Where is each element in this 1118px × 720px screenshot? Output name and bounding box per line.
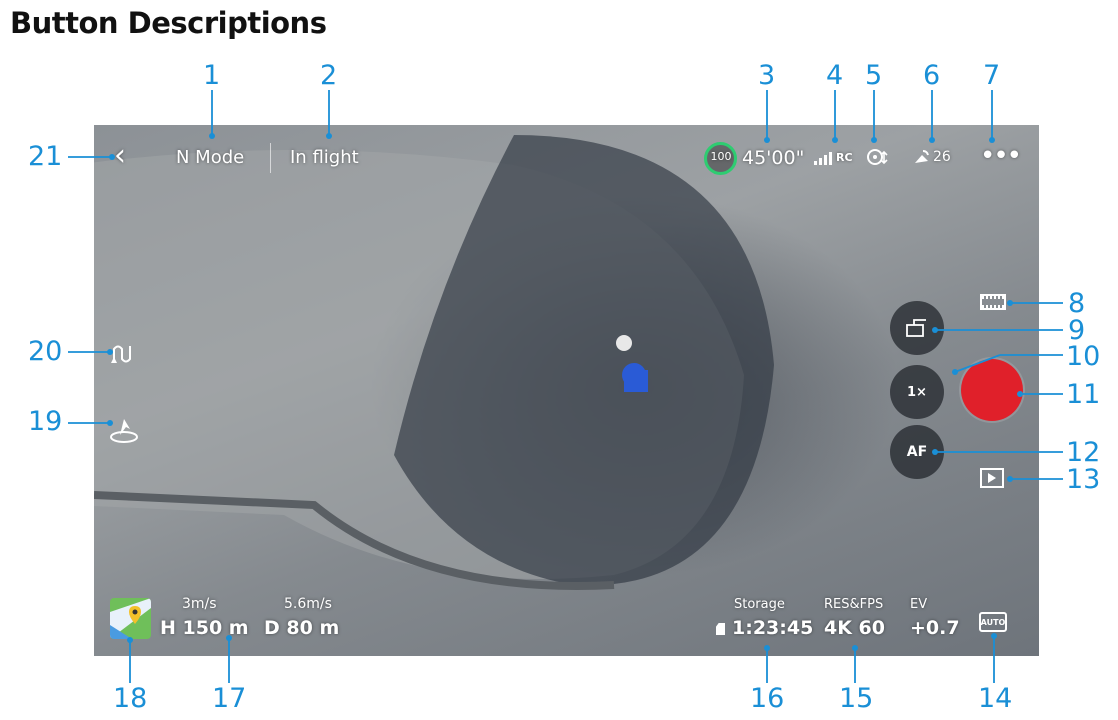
flight-mode-label[interactable]: N Mode	[176, 147, 244, 168]
distance-readout: D 80 m	[264, 617, 340, 639]
rc-label: RC	[836, 151, 853, 164]
callout-number: 6	[923, 60, 941, 91]
callout-number: 21	[28, 141, 63, 172]
callout-number: 19	[28, 406, 63, 437]
playback-icon[interactable]	[980, 468, 1004, 488]
top-bar-divider	[270, 143, 271, 173]
back-icon[interactable]: ‹	[114, 141, 126, 171]
callout-number: 15	[839, 683, 874, 714]
callout-number: 20	[28, 336, 63, 367]
resfps-label: RES&FPS	[824, 597, 884, 612]
focus-label: AF	[906, 444, 928, 460]
callout-number: 18	[113, 683, 148, 714]
map-icon	[110, 598, 151, 639]
video-mode-icon[interactable]	[980, 294, 1006, 310]
gps-count: 26	[933, 149, 951, 165]
flight-time: 45'00"	[742, 147, 805, 169]
callout-number: 1	[203, 60, 221, 91]
storage-value[interactable]: 1:23:45	[732, 617, 813, 639]
callout-number: 2	[320, 60, 338, 91]
camera-view: ‹ N Mode In flight 100 45'00" RC 26 ••• …	[94, 125, 1039, 656]
callout-number: 16	[750, 683, 785, 714]
horizontal-speed: 5.6m/s	[284, 596, 332, 612]
gps-icon[interactable]	[912, 147, 932, 167]
callout-number: 10	[1066, 341, 1101, 372]
callout-number: 17	[212, 683, 247, 714]
zoom-label: 1×	[907, 384, 927, 400]
resfps-value[interactable]: 4K 60	[824, 617, 885, 639]
ev-value[interactable]: +0.7	[910, 617, 960, 639]
storage-label: Storage	[734, 597, 785, 612]
callout-number: 4	[826, 60, 844, 91]
page-title: Button Descriptions	[10, 6, 327, 40]
more-settings-icon[interactable]: •••	[980, 141, 1022, 171]
ev-label: EV	[910, 597, 928, 612]
callout-number: 11	[1066, 379, 1101, 410]
height-readout: H 150 m	[160, 617, 249, 639]
record-button[interactable]	[961, 359, 1023, 421]
map-thumbnail[interactable]	[110, 598, 151, 639]
callout-number: 3	[758, 60, 776, 91]
focus-button[interactable]: AF	[890, 425, 944, 479]
callout-number: 7	[983, 60, 1001, 91]
waypoint-icon[interactable]	[110, 343, 136, 365]
flight-status-label[interactable]: In flight	[290, 147, 359, 168]
return-to-home-icon[interactable]	[108, 413, 140, 443]
callout-number: 5	[865, 60, 883, 91]
camera-mode-label: AUTO	[980, 617, 1006, 627]
battery-percent: 100	[710, 150, 732, 163]
camera-switch-icon	[906, 319, 926, 337]
camera-switch-button[interactable]	[890, 301, 944, 355]
vertical-speed: 3m/s	[182, 596, 217, 612]
callout-number: 13	[1066, 464, 1101, 495]
camera-mode-icon[interactable]: AUTO	[979, 612, 1007, 632]
zoom-button[interactable]: 1×	[890, 365, 944, 419]
callout-number: 14	[978, 683, 1013, 714]
obstacle-sensing-icon[interactable]	[866, 147, 888, 169]
